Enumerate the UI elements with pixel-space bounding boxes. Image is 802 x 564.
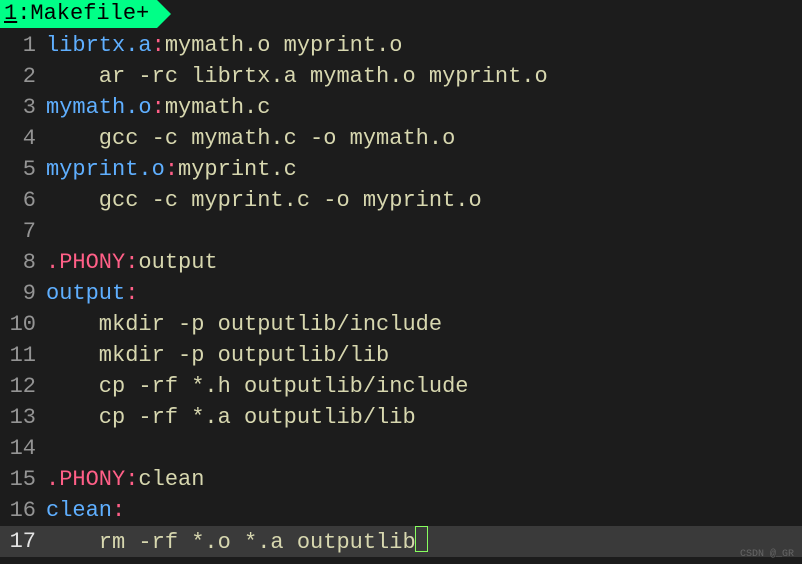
tab-modified-indicator: + xyxy=(136,0,149,28)
code-line[interactable]: 3mymath.o:mymath.c xyxy=(0,92,802,123)
syntax-token: cp -rf *.a outputlib/lib xyxy=(46,405,416,430)
syntax-token: : xyxy=(112,498,125,523)
syntax-token: mkdir -p outputlib/lib xyxy=(46,343,389,368)
code-content[interactable]: cp -rf *.h outputlib/include xyxy=(46,371,802,402)
code-line[interactable]: 4 gcc -c mymath.c -o mymath.o xyxy=(0,123,802,154)
line-number: 14 xyxy=(0,433,46,464)
code-content[interactable]: gcc -c myprint.c -o myprint.o xyxy=(46,185,802,216)
tab-makefile[interactable]: 1: Makefile+ xyxy=(0,0,157,28)
code-line[interactable]: 11 mkdir -p outputlib/lib xyxy=(0,340,802,371)
code-line[interactable]: 15.PHONY:clean xyxy=(0,464,802,495)
code-content[interactable]: librtx.a:mymath.o myprint.o xyxy=(46,30,802,61)
code-line[interactable]: 9output: xyxy=(0,278,802,309)
tab-bar: 1: Makefile+ xyxy=(0,0,802,28)
syntax-token: clean xyxy=(46,498,112,523)
syntax-token: : xyxy=(165,157,178,182)
code-line[interactable]: 12 cp -rf *.h outputlib/include xyxy=(0,371,802,402)
watermark: CSDN @_GR xyxy=(740,549,794,560)
code-line[interactable]: 13 cp -rf *.a outputlib/lib xyxy=(0,402,802,433)
code-content[interactable]: mkdir -p outputlib/include xyxy=(46,309,802,340)
syntax-token: ar -rc librtx.a mymath.o myprint.o xyxy=(46,64,548,89)
line-number: 13 xyxy=(0,402,46,433)
tab-filename: Makefile xyxy=(30,0,136,28)
code-content[interactable]: .PHONY:clean xyxy=(46,464,802,495)
line-number: 1 xyxy=(0,30,46,61)
cursor xyxy=(415,526,428,552)
line-number: 4 xyxy=(0,123,46,154)
code-content[interactable]: gcc -c mymath.c -o mymath.o xyxy=(46,123,802,154)
code-content[interactable]: mymath.o:mymath.c xyxy=(46,92,802,123)
line-number: 5 xyxy=(0,154,46,185)
code-line[interactable]: 1librtx.a:mymath.o myprint.o xyxy=(0,30,802,61)
syntax-token: output xyxy=(138,250,217,275)
code-line[interactable]: 6 gcc -c myprint.c -o myprint.o xyxy=(0,185,802,216)
line-number: 7 xyxy=(0,216,46,247)
syntax-token: .PHONY xyxy=(46,467,125,492)
syntax-token: output xyxy=(46,281,125,306)
code-line[interactable]: 10 mkdir -p outputlib/include xyxy=(0,309,802,340)
syntax-token: : xyxy=(125,467,138,492)
code-line[interactable]: 16clean: xyxy=(0,495,802,526)
code-content[interactable]: rm -rf *.o *.a outputlib xyxy=(46,526,802,557)
code-line[interactable]: 7 xyxy=(0,216,802,247)
syntax-token: : xyxy=(152,95,165,120)
code-content[interactable]: .PHONY:output xyxy=(46,247,802,278)
line-number: 8 xyxy=(0,247,46,278)
syntax-token: myprint.c xyxy=(178,157,297,182)
code-line[interactable]: 14 xyxy=(0,433,802,464)
code-content[interactable]: myprint.o:myprint.c xyxy=(46,154,802,185)
line-number: 12 xyxy=(0,371,46,402)
line-number: 2 xyxy=(0,61,46,92)
code-line[interactable]: 2 ar -rc librtx.a mymath.o myprint.o xyxy=(0,61,802,92)
syntax-token: mymath.c xyxy=(165,95,271,120)
line-number: 3 xyxy=(0,92,46,123)
code-content[interactable] xyxy=(46,216,802,247)
syntax-token: mkdir -p outputlib/include xyxy=(46,312,442,337)
syntax-token: mymath.o myprint.o xyxy=(165,33,403,58)
line-number: 9 xyxy=(0,278,46,309)
code-content[interactable]: cp -rf *.a outputlib/lib xyxy=(46,402,802,433)
code-line[interactable]: 5myprint.o:myprint.c xyxy=(0,154,802,185)
syntax-token: : xyxy=(125,250,138,275)
syntax-token: : xyxy=(125,281,138,306)
code-line[interactable]: 8.PHONY:output xyxy=(0,247,802,278)
line-number: 10 xyxy=(0,309,46,340)
syntax-token: clean xyxy=(138,467,204,492)
syntax-token: gcc -c myprint.c -o myprint.o xyxy=(46,188,482,213)
line-number: 17 xyxy=(0,526,46,557)
syntax-token: .PHONY xyxy=(46,250,125,275)
code-content[interactable]: clean: xyxy=(46,495,802,526)
syntax-token: librtx.a xyxy=(46,33,152,58)
line-number: 15 xyxy=(0,464,46,495)
code-content[interactable] xyxy=(46,433,802,464)
syntax-token: mymath.o xyxy=(46,95,152,120)
syntax-token: cp -rf *.h outputlib/include xyxy=(46,374,468,399)
syntax-token: gcc -c mymath.c -o mymath.o xyxy=(46,126,455,151)
code-content[interactable]: mkdir -p outputlib/lib xyxy=(46,340,802,371)
code-line[interactable]: 17 rm -rf *.o *.a outputlib xyxy=(0,526,802,557)
line-number: 16 xyxy=(0,495,46,526)
syntax-token: : xyxy=(152,33,165,58)
tab-sep: : xyxy=(17,0,30,28)
line-number: 6 xyxy=(0,185,46,216)
syntax-token: myprint.o xyxy=(46,157,165,182)
syntax-token: rm -rf *.o *.a outputlib xyxy=(46,530,416,555)
editor-area[interactable]: 1librtx.a:mymath.o myprint.o2 ar -rc lib… xyxy=(0,28,802,557)
line-number: 11 xyxy=(0,340,46,371)
tab-number: 1 xyxy=(4,0,17,28)
code-content[interactable]: output: xyxy=(46,278,802,309)
code-content[interactable]: ar -rc librtx.a mymath.o myprint.o xyxy=(46,61,802,92)
